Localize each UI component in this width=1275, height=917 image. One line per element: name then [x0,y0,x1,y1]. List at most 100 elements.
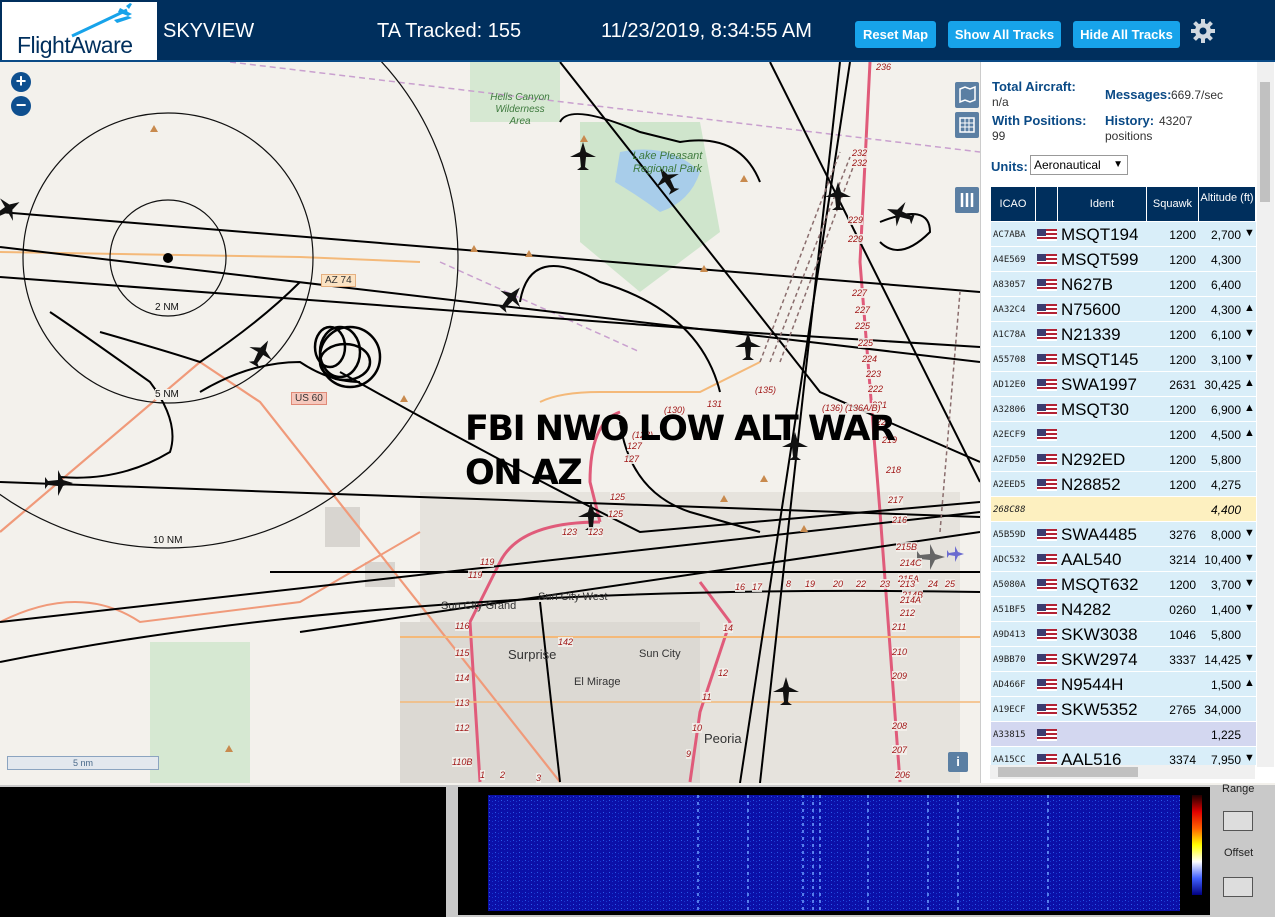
cell-squawk: 1200 [1169,253,1196,267]
table-row[interactable]: A4E569 MSQT599 1200 4,300 [991,247,1256,272]
mile-marker-label: 116 [455,621,470,631]
table-row[interactable]: A19ECF SKW5352 2765 34,000 [991,697,1256,722]
cell-squawk: 2765 [1169,703,1196,717]
table-row[interactable]: AD12E0 SWA1997 2631 30,425 ▲ [991,372,1256,397]
cell-ident: MSQT30 [1061,400,1130,419]
table-row[interactable]: AA32C4 N75600 1200 4,300 ▲ [991,297,1256,322]
messages-label: Messages: [1105,87,1172,102]
mile-marker-label: 227 [855,305,871,315]
mile-marker-label: 229 [848,215,864,225]
cell-altitude: 1,500 [1210,678,1241,692]
mile-marker-label: 227 [852,288,868,298]
map-view[interactable]: Hells Canyon Wilderness Area Lake Pleasa… [0,62,980,783]
bottom-panel: Range Offset [0,783,1275,917]
range-ring-label-10nm: 10 NM [153,535,183,546]
flightaware-logo[interactable]: FlightAware [2,2,157,60]
units-select[interactable]: Aeronautical ▼ [1030,155,1128,175]
cell-icao: A19ECF [993,705,1026,715]
table-row[interactable]: ADC532 AAL540 3214 10,400 ▼ [991,547,1256,572]
info-button[interactable]: i [948,752,968,772]
mile-marker-label: 206 [895,770,911,780]
cell-squawk: 1200 [1169,478,1196,492]
cell-squawk: 3276 [1169,528,1196,542]
cell-squawk: 1200 [1169,428,1196,442]
table-header: ICAO Ident Squawk Altitude (ft) [991,187,1256,221]
map-layer-button[interactable] [955,82,979,108]
column-toggle-button[interactable] [955,187,979,213]
table-row[interactable]: A83057 N627B 1200 6,400 [991,272,1256,297]
table-row[interactable]: A1C78A N21339 1200 6,100 ▼ [991,322,1256,347]
mile-marker-label: 12 [718,668,729,678]
us-flag-icon [1037,754,1057,765]
table-row[interactable]: A2EED5 N28852 1200 4,275 [991,472,1256,497]
us-flag-icon [1037,604,1057,616]
sidebar-vertical-scrollbar[interactable] [1257,62,1274,767]
scrollbar-thumb[interactable] [998,767,1138,777]
show-all-tracks-button[interactable]: Show All Tracks [948,21,1061,48]
mile-marker-label: 17 [752,582,763,592]
offset-slider[interactable] [1223,877,1253,897]
cell-altitude: 3,100 [1210,353,1241,367]
cell-ident: SKW3038 [1061,625,1138,644]
table-horizontal-scrollbar[interactable] [990,765,1255,779]
column-header-ident[interactable]: Ident [1058,187,1147,221]
us-flag-icon [1037,354,1057,366]
hide-all-tracks-button[interactable]: Hide All Tracks [1073,21,1180,48]
place-label-el-mirage: El Mirage [574,676,621,688]
mile-marker-label: 211 [892,622,907,632]
cell-ident: N28852 [1061,475,1121,494]
place-label-peoria: Peoria [704,731,742,746]
table-row[interactable]: AA15CC AAL516 3374 7,950 ▼ [991,747,1256,765]
grid-toggle-button[interactable] [955,112,979,138]
table-row[interactable]: 268C88 4,400 [991,497,1256,522]
cell-icao: 268C88 [993,505,1026,515]
cell-squawk: 1200 [1169,303,1196,317]
plus-icon: + [15,71,27,91]
cell-ident: SWA4485 [1061,525,1137,544]
scrollbar-thumb[interactable] [1260,82,1270,202]
us-flag-icon [1037,729,1057,741]
column-header-altitude[interactable]: Altitude (ft) [1199,187,1256,221]
units-label: Units: [991,159,1028,174]
table-row[interactable]: A9D413 SKW3038 1046 5,800 [991,622,1256,647]
mile-marker-label: 119 [468,570,483,580]
cell-icao: A83057 [993,280,1026,290]
table-row[interactable]: A2ECF9 1200 4,500 ▲ [991,422,1256,447]
table-row[interactable]: A33815 1,225 [991,722,1256,747]
table-row[interactable]: A32806 MSQT30 1200 6,900 ▲ [991,397,1256,422]
cell-ident: N4282 [1061,600,1112,619]
table-row[interactable]: A9BB70 SKW2974 3337 14,425 ▼ [991,647,1256,672]
mile-marker-label: 113 [455,698,470,708]
mile-marker-label: 10 [692,723,703,733]
altitude-trend-icon: ▼ [1244,352,1255,364]
cell-icao: A1C78A [993,330,1026,340]
messages-value: 669.7/sec [1171,88,1224,102]
cell-altitude: 7,950 [1210,753,1241,765]
table-row[interactable]: A55708 MSQT145 1200 3,100 ▼ [991,347,1256,372]
table-row[interactable]: A5080A MSQT632 1200 3,700 ▼ [991,572,1256,597]
cell-ident: AAL540 [1061,550,1122,569]
zoom-in-button[interactable]: + [11,72,31,92]
mile-marker-label: 225 [855,321,871,331]
column-header-icao[interactable]: ICAO [991,187,1036,221]
mile-marker-label: 213 [900,579,916,589]
reset-map-button[interactable]: Reset Map [855,21,936,48]
cell-squawk: 1046 [1169,628,1196,642]
table-row[interactable]: A2FD50 N292ED 1200 5,800 [991,447,1256,472]
table-row[interactable]: A51BF5 N4282 0260 1,400 ▼ [991,597,1256,622]
table-row[interactable]: AC7ABA MSQT194 1200 2,700 ▼ [991,222,1256,247]
table-row[interactable]: A5B59D SWA4485 3276 8,000 ▼ [991,522,1256,547]
cell-ident: N292ED [1061,450,1126,469]
range-slider[interactable] [1223,811,1253,831]
map-scale-bar: 5 nm [7,756,159,770]
zoom-out-button[interactable]: − [11,96,31,116]
mile-marker-label: 232 [852,148,868,158]
cell-icao: AA32C4 [993,305,1026,315]
cell-squawk: 3374 [1169,753,1196,765]
gear-icon[interactable] [1190,18,1216,44]
column-header-squawk[interactable]: Squawk [1147,187,1199,221]
mile-marker-label: 125 [608,509,624,519]
table-row[interactable]: AD466F N9544H 1,500 ▲ [991,672,1256,697]
cell-icao: A2EED5 [993,480,1026,490]
column-header-flag[interactable] [1036,187,1058,221]
